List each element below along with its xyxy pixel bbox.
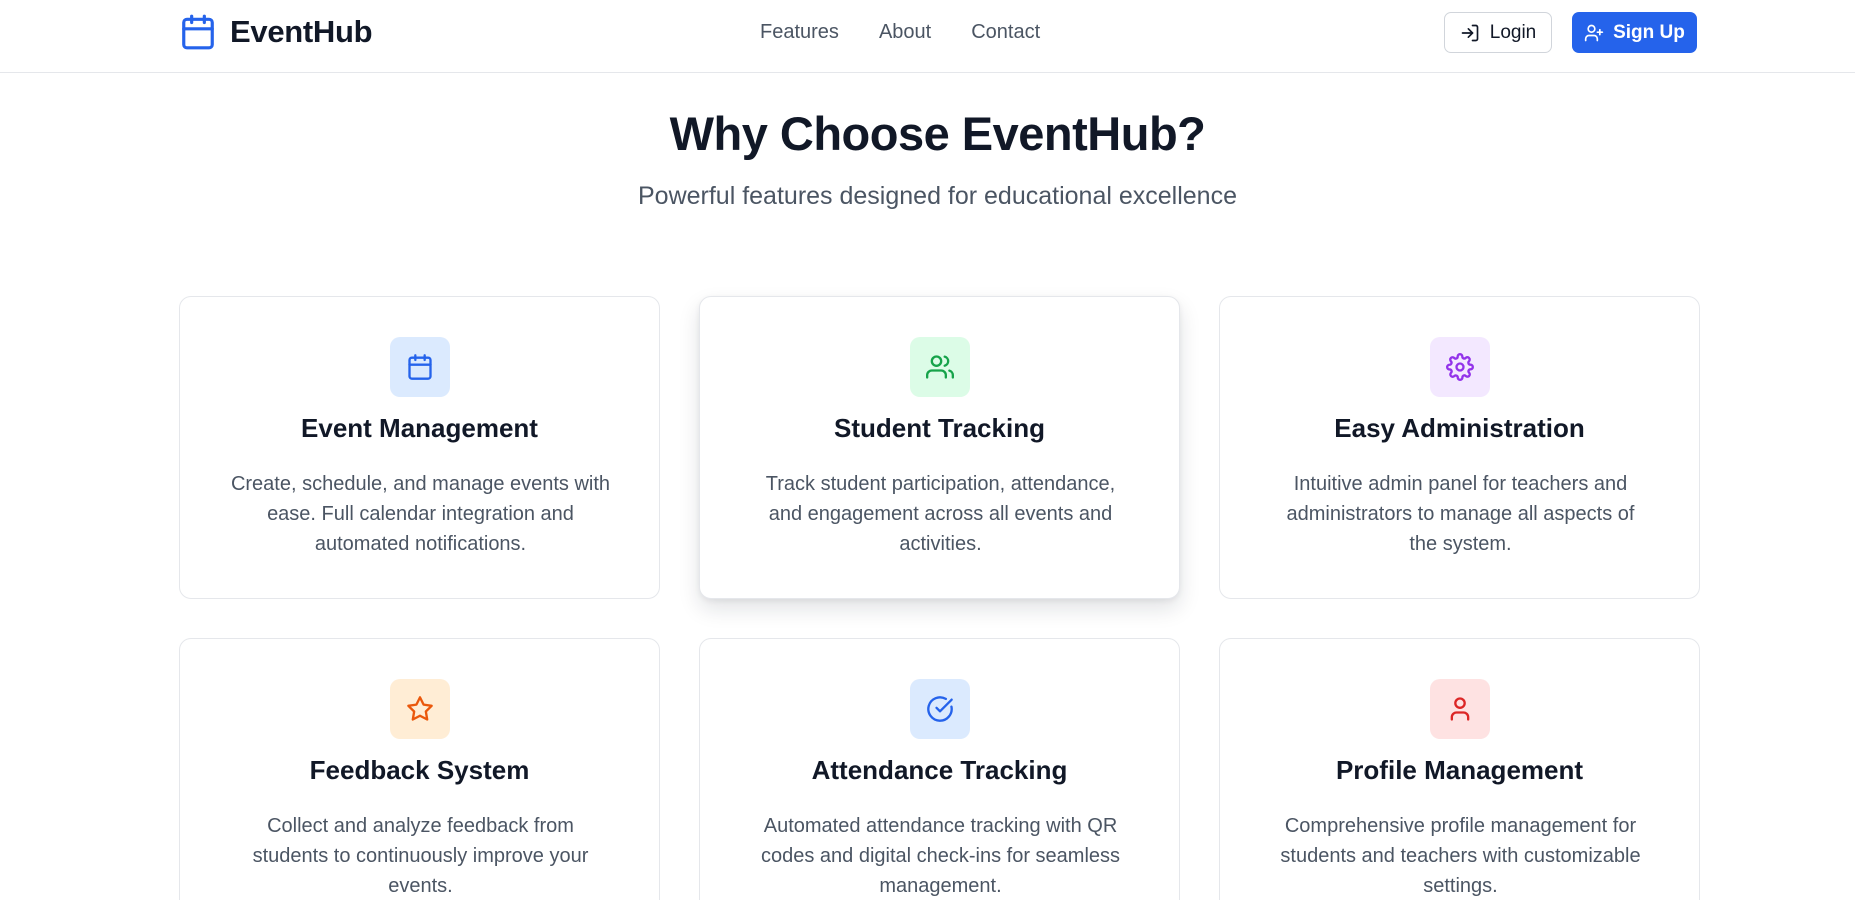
section-title: Why Choose EventHub?	[669, 107, 1206, 160]
login-button[interactable]: Login	[1444, 12, 1552, 53]
feature-card-event-management: Event Management Create, schedule, and m…	[179, 296, 660, 599]
feature-title: Easy Administration	[1334, 413, 1585, 443]
feature-title: Event Management	[301, 413, 538, 443]
gear-icon	[1446, 353, 1474, 381]
section-subtitle: Powerful features designed for education…	[638, 182, 1237, 210]
signup-label: Sign Up	[1613, 21, 1685, 43]
feature-title: Student Tracking	[834, 413, 1045, 443]
check-circle-icon	[927, 696, 953, 722]
star-icon	[407, 696, 433, 721]
user-icon	[1450, 697, 1470, 721]
feature-icon-box	[390, 679, 450, 739]
user-plus-icon	[1584, 24, 1604, 41]
feature-description: Collect and analyze feedback from studen…	[252, 815, 589, 897]
feature-card-profile-management: Profile Management Comprehensive profile…	[1219, 638, 1700, 900]
calendar-icon	[182, 14, 214, 50]
brand-name: EventHub	[230, 14, 373, 49]
feature-icon-box	[910, 679, 970, 739]
signup-button[interactable]: Sign Up	[1572, 12, 1697, 53]
feature-card-feedback-system: Feedback System Collect and analyze feed…	[179, 638, 660, 900]
nav-link-about[interactable]: About	[879, 20, 931, 44]
feature-icon-box	[1430, 679, 1490, 739]
main-nav: Features About Contact	[760, 20, 1040, 44]
feature-icon-box	[910, 337, 970, 397]
calendar-icon	[408, 354, 432, 380]
users-icon	[926, 355, 954, 379]
feature-description: Track student participation, attendance,…	[765, 473, 1116, 555]
feature-description: Comprehensive profile management for stu…	[1280, 815, 1641, 897]
brand-logo[interactable]: EventHub	[179, 12, 373, 52]
feature-title: Profile Management	[1335, 755, 1584, 785]
feature-title: Attendance Tracking	[811, 755, 1068, 785]
feature-card-attendance-tracking: Attendance Tracking Automated attendance…	[699, 638, 1180, 900]
feature-title: Feedback System	[309, 755, 530, 785]
feature-description: Automated attendance tracking with QR co…	[760, 815, 1121, 897]
feature-icon-box	[390, 337, 450, 397]
feature-description: Create, schedule, and manage events with…	[230, 473, 611, 555]
nav-link-features[interactable]: Features	[760, 20, 839, 44]
feature-card-easy-administration: Easy Administration Intuitive admin pane…	[1219, 296, 1700, 599]
nav-link-contact[interactable]: Contact	[971, 20, 1040, 44]
feature-card-student-tracking: Student Tracking Track student participa…	[699, 296, 1180, 599]
log-in-icon	[1461, 24, 1479, 41]
login-label: Login	[1489, 21, 1537, 43]
top-navbar: EventHub Features About Contact Login Si…	[0, 0, 1855, 73]
feature-icon-box	[1430, 337, 1490, 397]
feature-description: Intuitive admin panel for teachers and a…	[1286, 473, 1635, 555]
